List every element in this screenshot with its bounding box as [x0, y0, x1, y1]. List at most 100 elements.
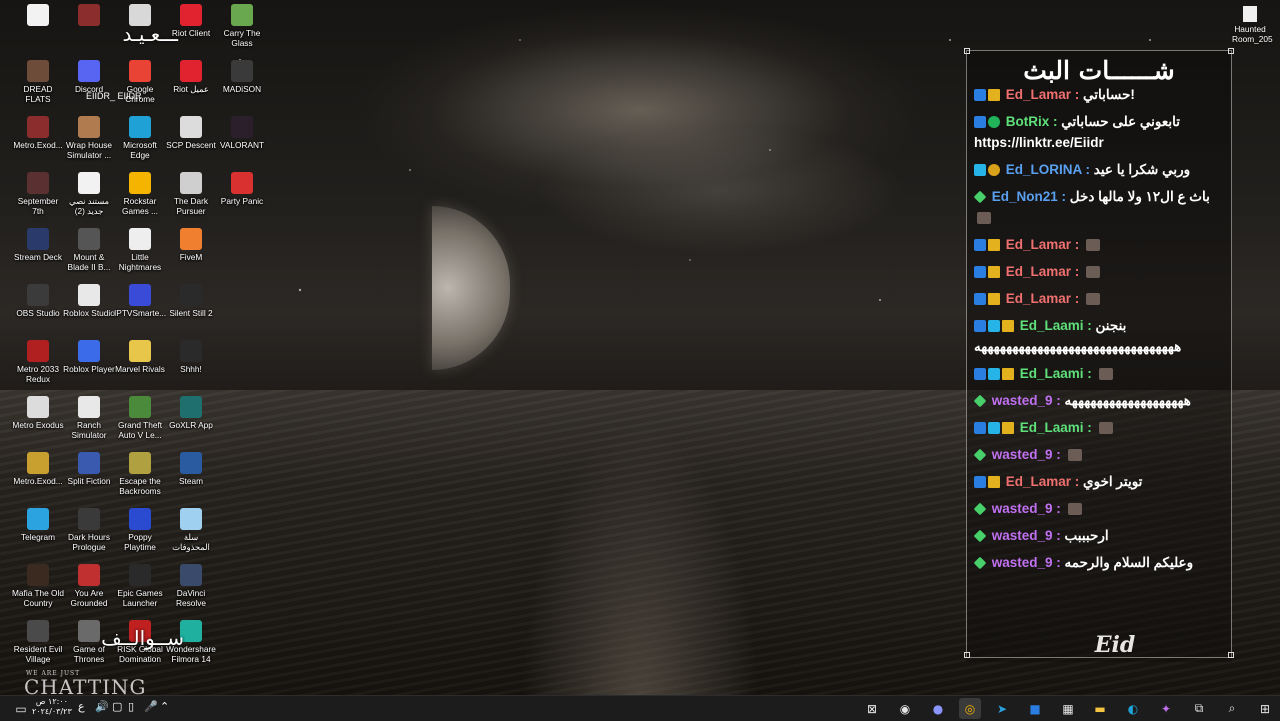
frame-corner — [1228, 48, 1234, 54]
desktop-icon-label: Mount & Blade II B... — [67, 252, 111, 272]
cyan-badge-icon — [988, 320, 1000, 332]
desktop-icon[interactable]: IPTVSmarte... — [114, 284, 166, 318]
desktop-icon[interactable]: MADiSON — [216, 60, 268, 94]
desktop-icon[interactable]: Metro 2033 Redux — [12, 340, 64, 384]
taskbar-clock[interactable]: ١٢:٠٠ ص ٢٠٢٤/٠٣/٢٣ — [32, 697, 72, 717]
desktop-icon-haunted-room[interactable]: Haunted Room_205 — [1232, 6, 1273, 44]
desktop-icon[interactable]: Little Nightmares — [114, 228, 166, 272]
desktop-icon[interactable]: Metro Exodus — [12, 396, 64, 430]
volume-icon[interactable]: 🔊 — [95, 700, 109, 713]
desktop-icon[interactable]: Party Panic — [216, 172, 268, 206]
desktop-icon[interactable]: Stream Deck — [12, 228, 64, 262]
explorer-icon[interactable]: ▬ — [1089, 698, 1111, 719]
app-icon — [27, 340, 49, 362]
chat-text: وربي شكرا يا عيد — [1093, 162, 1191, 177]
discord-icon[interactable]: ● — [927, 698, 949, 719]
desktop-icon[interactable]: Dark Hours Prologue — [63, 508, 115, 552]
desktop-icon[interactable]: OBS Studio — [12, 284, 64, 318]
desktop-icon[interactable]: Wrap House Simulator ... — [63, 116, 115, 160]
desktop-icon[interactable]: VALORANT — [216, 116, 268, 150]
desktop-icon[interactable]: September 7th — [12, 172, 64, 216]
copilot-icon[interactable]: ✦ — [1155, 698, 1177, 719]
calculator-icon[interactable]: ▦ — [1057, 698, 1079, 719]
edge-icon[interactable]: ◐ — [1122, 698, 1144, 719]
chat-text: ارحبببب — [1064, 528, 1109, 543]
desktop-icon[interactable]: Poppy Playtime — [114, 508, 166, 552]
desktop-icon[interactable]: Telegram — [12, 508, 64, 542]
desktop-icon-label: Metro Exodus — [12, 420, 64, 430]
desktop-icon[interactable]: The Dark Pursuer — [165, 172, 217, 216]
desktop-icon[interactable]: SCP Descent — [165, 116, 217, 150]
chat-text: تويتر اخوي — [1083, 474, 1143, 489]
desktop-icon[interactable]: سلة المحذوفات — [165, 508, 217, 552]
app-icon — [27, 228, 49, 250]
chat-username: Ed_Lamar : — [1002, 87, 1084, 102]
desktop-icon-label: Stream Deck — [14, 252, 62, 262]
desktop-icon[interactable]: Split Fiction — [63, 452, 115, 486]
battery-icon[interactable]: ▯ — [128, 700, 134, 713]
desktop-icon[interactable]: FiveM — [165, 228, 217, 262]
desktop-icon-label: Escape the Backrooms — [119, 476, 161, 496]
chatting-overlay-arabic: ســوالــف — [101, 626, 184, 650]
outlook-icon[interactable]: ■ — [1024, 698, 1046, 719]
desktop-icon[interactable]: Grand Theft Auto V Le... — [114, 396, 166, 440]
desktop-icon[interactable]: Discord — [63, 60, 115, 94]
desktop-icon[interactable]: Steam — [165, 452, 217, 486]
desktop-icon[interactable]: You Are Grounded — [63, 564, 115, 608]
language-indicator[interactable]: ع — [78, 700, 85, 713]
desktop-icon[interactable]: GoXLR App — [165, 396, 217, 430]
close-icon[interactable]: ⊠ — [861, 698, 883, 719]
desktop-icon[interactable]: Escape the Backrooms — [114, 452, 166, 496]
desktop-icon[interactable]: Marvel Rivals — [114, 340, 166, 374]
desktop-icon[interactable]: Ranch Simulator — [63, 396, 115, 440]
chat-logo: Eid — [1094, 632, 1136, 658]
obs-icon[interactable]: ◉ — [894, 698, 916, 719]
desktop-icon-label: Grand Theft Auto V Le... — [117, 420, 163, 440]
chat-text: باث ع ال١٢ ولا مالها دخل — [1069, 189, 1210, 204]
desktop-icon[interactable]: مستند نصي جديد (2) — [63, 172, 115, 216]
desktop-icon[interactable]: Rockstar Games ... — [114, 172, 166, 216]
chrome-icon[interactable]: ◎ — [959, 698, 981, 719]
tray-chevron-icon[interactable]: ⌃ — [160, 700, 169, 713]
notification-icon[interactable]: ▭ — [10, 698, 32, 719]
desktop-icon[interactable]: Metro.Exod... — [12, 452, 64, 486]
chat-username: wasted_9 : — [988, 528, 1065, 543]
taskview-icon[interactable]: ⧉ — [1188, 698, 1210, 719]
network-icon[interactable]: ▢ — [112, 700, 122, 713]
desktop-icon[interactable]: Roblox Studio — [63, 284, 115, 318]
desktop-icon[interactable]: Silent Still 2 — [165, 284, 217, 318]
start-icon[interactable]: ⊞ — [1254, 698, 1276, 719]
desktop-icon-label: September 7th — [17, 196, 59, 216]
desktop-icon[interactable]: Microsoft Edge — [114, 116, 166, 160]
desktop-icon[interactable]: Mafia The Old Country — [12, 564, 64, 608]
desktop-icon-label: Metro.Exod... — [13, 140, 63, 150]
microphone-icon[interactable]: 🎤 — [144, 700, 158, 713]
chat-username: Ed_Lamar : — [1002, 237, 1084, 252]
chat-username: wasted_9 : — [988, 447, 1065, 462]
file-icon — [1243, 6, 1257, 22]
desktop-icon-label: Metro 2033 Redux — [17, 364, 59, 384]
desktop-icon[interactable]: Metro.Exod... — [12, 116, 64, 150]
desktop-icon[interactable]: Carry The Glass — [216, 4, 268, 48]
app-icon — [78, 396, 100, 418]
desktop-icon[interactable]: DREAD FLATS — [12, 60, 64, 104]
desktop-icon-label: مستند نصي جديد (2) — [69, 196, 109, 216]
streamer-name-overlay: ـــعـيـد — [122, 22, 178, 46]
desktop-icon[interactable]: Shhh! — [165, 340, 217, 374]
desktop-icon[interactable]: Epic Games Launcher — [114, 564, 166, 608]
desktop-icon[interactable]: Riot عميل — [165, 60, 217, 94]
telegram-icon[interactable]: ➤ — [991, 698, 1013, 719]
blue-badge-icon — [974, 476, 986, 488]
desktop-icon[interactable]: Mount & Blade II B... — [63, 228, 115, 272]
green-badge-icon — [988, 116, 1000, 128]
app-icon — [78, 60, 100, 82]
app-icon — [231, 116, 253, 138]
chat-username: wasted_9 : — [988, 393, 1065, 408]
desktop-icon[interactable]: Roblox Player — [63, 340, 115, 374]
desktop-icon[interactable]: DaVinci Resolve — [165, 564, 217, 608]
chat-message: Ed_Laami : — [974, 363, 1224, 384]
search-icon[interactable]: ⌕ — [1221, 698, 1243, 719]
emote-icon — [1098, 368, 1113, 380]
desktop-icon-label: Roblox Player — [63, 364, 115, 374]
app-icon — [27, 284, 49, 306]
